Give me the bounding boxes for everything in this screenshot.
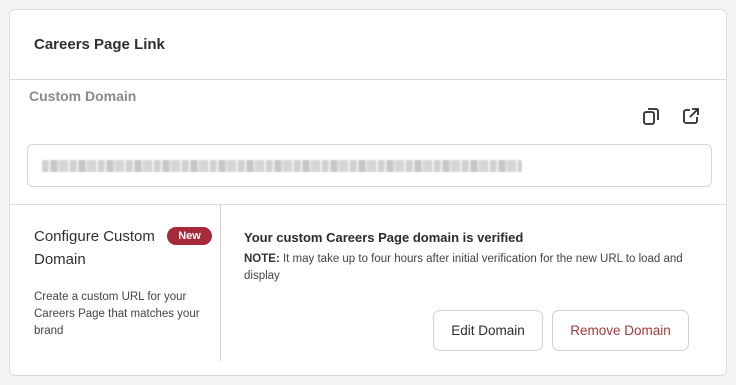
new-badge: New [167, 227, 212, 245]
note-text: It may take up to four hours after initi… [244, 253, 683, 282]
external-link-icon[interactable] [679, 104, 703, 128]
remove-domain-button[interactable]: Remove Domain [552, 310, 689, 351]
note-label: NOTE: [244, 253, 280, 265]
verified-status-title: Your custom Careers Page domain is verif… [244, 230, 524, 245]
custom-domain-url-field[interactable] [27, 144, 712, 187]
card-title: Careers Page Link [34, 36, 165, 53]
redacted-url [42, 159, 522, 172]
configure-description: Create a custom URL for your Careers Pag… [34, 291, 200, 337]
custom-domain-label: Custom Domain [29, 88, 137, 104]
card-header: Careers Page Link [10, 10, 726, 80]
copy-icon[interactable] [639, 104, 663, 128]
configure-section: Configure Custom Domain New Create a cus… [10, 205, 726, 375]
custom-domain-section: Custom Domain [10, 80, 726, 205]
careers-page-link-card: Careers Page Link Custom Domain Configur… [9, 9, 727, 376]
verification-note: NOTE: It may take up to four hours after… [244, 251, 694, 285]
edit-domain-button[interactable]: Edit Domain [433, 310, 543, 351]
configure-title: Configure Custom Domain [34, 228, 155, 268]
configure-panel: Configure Custom Domain New Create a cus… [10, 205, 221, 361]
